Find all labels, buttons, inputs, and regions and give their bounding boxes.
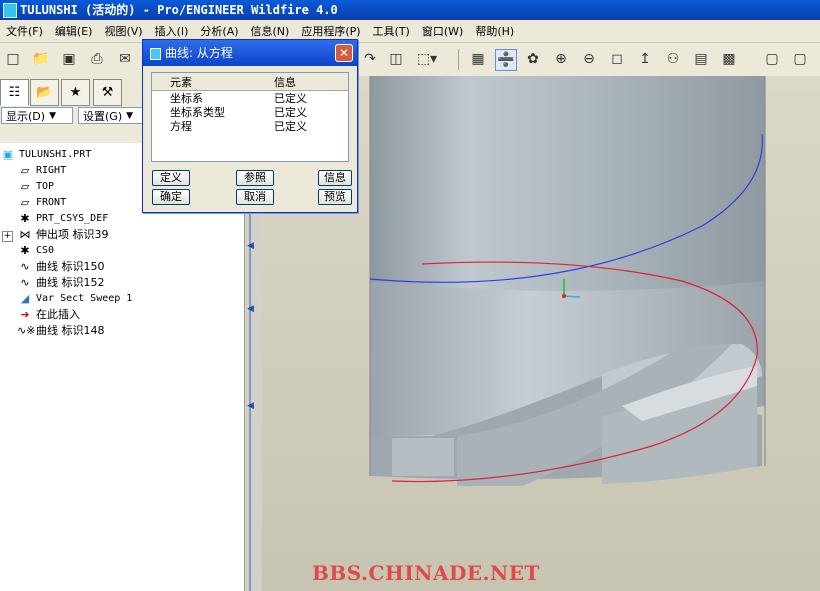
menu-bar: 文件(F) 编辑(E) 视图(V) 插入(I) 分析(A) 信息(N) 应用程序… [0,20,820,43]
show-dropdown[interactable]: 显示(D) ▼ [1,107,73,124]
menu-edit[interactable]: 编辑(E) [49,23,99,39]
zoom-out-icon[interactable]: ⊖ [579,49,599,69]
list-header: 元素 信息 [152,73,348,91]
reference-button[interactable]: 参照 [236,170,274,186]
menu-info[interactable]: 信息(N) [245,23,296,39]
menu-analysis[interactable]: 分析(A) [194,23,244,39]
orient-mode-icon[interactable]: ✿ [523,49,543,69]
select-box-icon[interactable]: ⬚▾ [412,49,442,69]
col-element: 元素 [170,76,192,89]
menu-insert[interactable]: 插入(I) [149,23,195,39]
base-step [392,438,454,476]
col-info: 信息 [274,76,296,89]
curve-icon: ∿※ [17,324,36,337]
hidden-line-icon[interactable]: ▢ [790,49,810,69]
menu-help[interactable]: 帮助(H) [469,23,520,39]
title-bar: TULUNSHI (活动的) - Pro/ENGINEER Wildfire 4… [0,0,820,20]
settings-dropdown-label: 设置(G) [83,109,123,123]
connections-tab-icon[interactable]: ⚒ [93,79,122,106]
csys-icon: ✱ [20,244,30,257]
list-item[interactable]: 方程 已定义 [152,120,348,134]
print-icon[interactable]: ⎙ [87,49,107,69]
tree-item-curve-150[interactable]: ∿ 曲线 标识150 [17,259,104,275]
datum-plane-icon: ▱ [20,164,30,177]
favorites-tab-icon[interactable]: ★ [61,79,90,106]
tree-item-right[interactable]: ▱ RIGHT [17,163,66,179]
define-button[interactable]: 定义 [152,170,190,186]
tree-item-top[interactable]: ▱ TOP [17,179,54,195]
chevron-down-icon: ▼ [126,110,134,121]
tree-item-curve-148[interactable]: ∿※ 曲线 标识148 [17,323,105,339]
collapse-arrow-icon[interactable]: ◀ [247,304,254,314]
show-dropdown-label: 显示(D) [6,109,46,123]
collapse-arrow-icon[interactable]: ◀ [247,401,254,411]
zoom-in-icon[interactable]: ⊕ [551,49,571,69]
watermark-text: BBS.CHINADE.NET [312,561,540,585]
find-binoculars-icon[interactable]: ◫ [386,49,406,69]
new-file-icon[interactable]: □ [3,49,23,69]
curve-from-equation-dialog: 曲线: 从方程 ✕ 元素 信息 坐标系 已定义 坐标系类型 已定义 方程 已定义 定义… [142,39,358,213]
chevron-down-icon: ▼ [49,110,56,121]
datum-plane-icon: ▱ [20,180,30,193]
save-icon[interactable]: ▣ [59,49,79,69]
insert-arrow-icon: ➜ [20,308,30,321]
saved-views-icon[interactable]: ⚇ [663,49,683,69]
spin-center-icon[interactable]: ➗ [495,49,517,71]
app-icon [3,3,17,18]
toolbar-separator [458,49,459,70]
layers-icon[interactable]: ▤ [691,49,711,69]
part-icon: ▣ [2,148,14,161]
dialog-title-bar[interactable]: 曲线: 从方程 ✕ [143,40,357,66]
reorient-icon[interactable]: ↥ [635,49,655,69]
protrusion-icon: ⋈ [19,228,31,241]
expand-toggle[interactable]: + [2,231,13,242]
csys-origin [562,294,566,298]
element-list[interactable]: 元素 信息 坐标系 已定义 坐标系类型 已定义 方程 已定义 [151,72,349,162]
curve-icon: ∿ [20,276,30,289]
sweep-icon: ◢ [20,292,30,305]
tree-item-cs0[interactable]: ✱ CS0 [17,243,54,259]
tree-item-front[interactable]: ▱ FRONT [17,195,66,211]
info-button[interactable]: 信息 [318,170,352,186]
collapse-arrow-icon[interactable]: ◀ [247,241,254,251]
preview-button[interactable]: 预览 [318,189,352,205]
open-folder-icon[interactable]: 📁 [31,49,51,69]
tree-item-part[interactable]: ▣ TULUNSHI.PRT [0,147,91,163]
dialog-title: 曲线: 从方程 [165,46,233,60]
refit-icon[interactable]: ◻ [607,49,627,69]
ok-button[interactable]: 确定 [152,189,190,205]
csys-icon: ✱ [20,212,30,225]
datum-plane-icon: ▱ [20,196,30,209]
list-item[interactable]: 坐标系类型 已定义 [152,106,348,120]
folder-browser-tab-icon[interactable]: 📂 [30,79,59,106]
repaint-icon[interactable]: ▦ [468,49,488,69]
menu-view[interactable]: 视图(V) [98,23,148,39]
model-tree-tab-icon[interactable]: ☷ [0,79,29,106]
tree-item-var-sect-sweep[interactable]: ◢ Var Sect Sweep 1 [17,291,133,307]
view-manager-icon[interactable]: ▩ [719,49,739,69]
list-item[interactable]: 坐标系 已定义 [152,92,348,106]
settings-dropdown[interactable]: 设置(G) ▼ [78,107,148,124]
close-icon[interactable]: ✕ [335,44,353,62]
menu-window[interactable]: 窗口(W) [416,23,469,39]
main-toolbar: □ 📁 ▣ ⎙ ✉ ↷ ◫ ⬚▾ ▦ ➗ ✿ ⊕ ⊖ ◻ ↥ ⚇ ▤ ▩ ▢ ▢ [0,43,820,77]
window-title: TULUNSHI (活动的) - Pro/ENGINEER Wildfire 4… [20,3,338,17]
redo-icon[interactable]: ↷ [360,49,380,69]
cancel-button[interactable]: 取消 [236,189,274,205]
dialog-icon [150,48,161,60]
tree-item-insert-here[interactable]: ➜ 在此插入 [17,307,80,323]
wireframe-icon[interactable]: ▢ [762,49,782,69]
tree-item-protrusion[interactable]: ⋈ 伸出项 标识39 [17,227,109,243]
csys-x-axis [563,295,581,298]
send-mail-icon[interactable]: ✉ [115,49,135,69]
menu-tools[interactable]: 工具(T) [367,23,416,39]
tree-item-prt-csys-def[interactable]: ✱ PRT_CSYS_DEF [17,211,108,227]
curve-icon: ∿ [20,260,30,273]
menu-applications[interactable]: 应用程序(P) [295,23,366,39]
menu-file[interactable]: 文件(F) [0,23,49,39]
tree-item-curve-152[interactable]: ∿ 曲线 标识152 [17,275,104,291]
